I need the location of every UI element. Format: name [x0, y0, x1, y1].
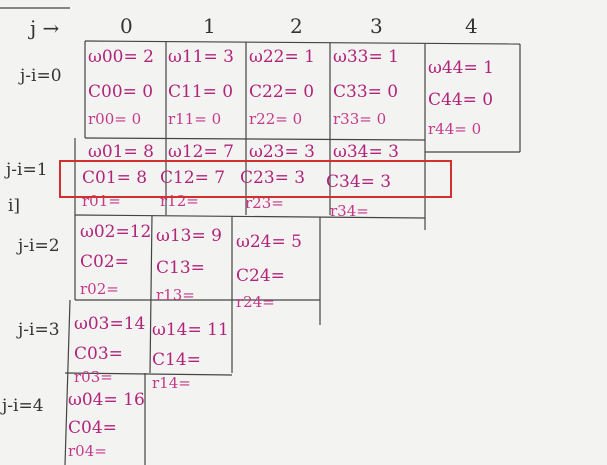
- column-header-4: 4: [465, 14, 478, 38]
- column-header-2: 2: [290, 14, 303, 38]
- cell-w00: ω00= 2: [88, 47, 154, 67]
- cell-r11: r11= 0: [168, 110, 222, 128]
- cell-w12: ω12= 7: [168, 142, 234, 162]
- cell-r33: r33= 0: [333, 110, 387, 128]
- row-label-extra: i]: [8, 196, 21, 216]
- row-label-1: j-i=1: [6, 160, 48, 180]
- cell-c44: C44= 0: [428, 90, 494, 110]
- cell-c33: C33= 0: [333, 82, 399, 102]
- cell-r13: r13=: [156, 286, 195, 304]
- cell-w13: ω13= 9: [156, 226, 222, 246]
- cell-r34: r34=: [330, 202, 369, 220]
- cell-w01: ω01= 8: [88, 142, 154, 162]
- cell-w04: ω04= 16: [68, 390, 145, 410]
- whiteboard: j → 0 1 2 3 4 j-i=0 j-i=1 i] j-i=2 j-i=3…: [0, 0, 607, 465]
- row-label-3: j-i=3: [18, 320, 60, 340]
- column-header-3: 3: [370, 14, 383, 38]
- j-axis-label: j →: [30, 16, 60, 40]
- cell-r02: r02=: [80, 280, 119, 298]
- column-header-0: 0: [120, 14, 133, 38]
- cell-c02: C02=: [80, 252, 129, 272]
- cell-w02: ω02=12: [80, 222, 152, 242]
- cell-r44: r44= 0: [428, 120, 482, 138]
- cell-c14: C14=: [152, 350, 201, 370]
- cell-r24: r24=: [236, 293, 275, 311]
- cell-w22: ω22= 1: [249, 47, 315, 67]
- cell-r22: r22= 0: [249, 110, 303, 128]
- cell-c04: C04=: [68, 418, 117, 438]
- cell-r04: r04=: [68, 442, 107, 460]
- cell-r00: r00= 0: [88, 110, 142, 128]
- cell-c00: C00= 0: [88, 82, 154, 102]
- row-label-0: j-i=0: [20, 66, 62, 86]
- cell-c03: C03=: [74, 344, 123, 364]
- cell-w14: ω14= 11: [152, 320, 229, 340]
- cell-r14: r14=: [152, 374, 191, 392]
- cell-w34: ω34= 3: [333, 142, 399, 162]
- cell-w24: ω24= 5: [236, 232, 302, 252]
- cell-w23: ω23= 3: [249, 142, 315, 162]
- cell-w33: ω33= 1: [333, 47, 399, 67]
- cell-w44: ω44= 1: [428, 58, 494, 78]
- highlight-box: [59, 160, 452, 198]
- cell-c24: C24=: [236, 266, 285, 286]
- cell-w03: ω03=14: [74, 314, 146, 334]
- cell-w11: ω11= 3: [168, 47, 234, 67]
- cell-c22: C22= 0: [249, 82, 315, 102]
- row-label-4: j-i=4: [2, 396, 44, 416]
- column-header-1: 1: [203, 14, 216, 38]
- cell-r03: r03=: [74, 368, 113, 386]
- cell-c13: C13=: [156, 258, 205, 278]
- row-label-2: j-i=2: [18, 236, 60, 256]
- cell-c11: C11= 0: [168, 82, 234, 102]
